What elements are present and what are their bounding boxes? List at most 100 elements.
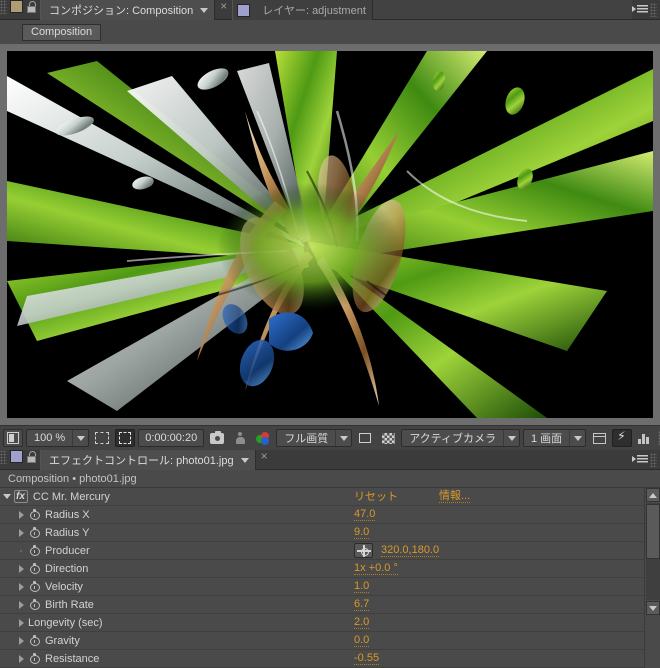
breadcrumb-composition-button[interactable]: Composition xyxy=(22,23,102,41)
mr-mercury-render xyxy=(7,51,653,418)
composition-canvas[interactable] xyxy=(7,51,653,418)
property-name-cell: Birth Rate xyxy=(0,596,340,613)
property-value[interactable]: 320.0,180.0 xyxy=(381,544,440,557)
property-twirl-icon[interactable] xyxy=(14,582,28,591)
property-row[interactable]: Producer 320.0,180.0 xyxy=(0,542,660,560)
effect-name-label: CC Mr. Mercury xyxy=(32,490,110,503)
chevron-down-icon[interactable] xyxy=(200,7,209,13)
tab-layer-label: レイヤー: adjustment xyxy=(262,5,366,17)
composition-panel: Composition 100 % 0:00:00:20 フル画質 アクティブカ… xyxy=(0,20,660,450)
tab-bar-controls xyxy=(632,0,660,19)
property-twirl-icon[interactable] xyxy=(14,564,28,573)
reset-link[interactable]: リセット xyxy=(354,491,439,503)
tab-effect-controls-close[interactable]: × xyxy=(256,450,273,469)
tab-composition[interactable]: コンポジション: Composition xyxy=(40,0,216,20)
property-twirl-icon[interactable] xyxy=(14,528,28,537)
property-value[interactable]: -0.55 xyxy=(354,652,380,665)
stopwatch-icon[interactable] xyxy=(28,598,41,611)
property-row[interactable]: Direction 1x +0.0 ° xyxy=(0,560,660,578)
tab-composition-close[interactable]: × xyxy=(215,0,232,19)
chevron-down-icon[interactable] xyxy=(72,430,88,446)
always-preview-icon[interactable] xyxy=(3,429,23,447)
property-name-cell: Resistance xyxy=(0,650,340,667)
effect-header-row[interactable]: fx CC Mr. Mercury リセット 情報... xyxy=(0,488,660,506)
composition-viewport[interactable] xyxy=(0,44,660,425)
property-value[interactable]: 6.7 xyxy=(354,598,370,611)
stopwatch-icon[interactable] xyxy=(28,580,41,593)
lock-icon[interactable] xyxy=(26,450,38,464)
property-value-cell: 47.0 xyxy=(340,506,660,523)
region-of-interest-icon[interactable] xyxy=(92,429,112,447)
tab-effect-controls-label: エフェクトコントロール: photo01.jpg xyxy=(49,455,234,467)
property-twirl-icon[interactable] xyxy=(14,636,28,645)
effect-controls-scrollbar[interactable] xyxy=(644,488,660,668)
property-label: Radius X xyxy=(45,508,90,521)
stopwatch-icon[interactable] xyxy=(28,634,41,647)
lock-icon[interactable] xyxy=(26,0,38,14)
property-label: Resistance xyxy=(45,652,100,665)
panel-menu-icon[interactable] xyxy=(632,453,650,467)
rgb-channels-icon[interactable] xyxy=(253,429,273,447)
property-value[interactable]: 0.0 xyxy=(354,634,370,647)
property-row[interactable]: Velocity 1.0 xyxy=(0,578,660,596)
effect-controls-panel: エフェクトコントロール: photo01.jpg × Composition •… xyxy=(0,450,660,668)
property-label: Direction xyxy=(45,562,89,575)
grid-and-guides-icon[interactable] xyxy=(115,429,136,447)
timecode-field[interactable]: 0:00:00:20 xyxy=(138,429,205,447)
stopwatch-icon[interactable] xyxy=(28,544,41,557)
layer-tab-swatch xyxy=(237,3,251,17)
zoom-combo[interactable]: 100 % xyxy=(26,429,90,447)
stopwatch-icon[interactable] xyxy=(28,652,41,665)
property-value[interactable]: 47.0 xyxy=(354,508,376,521)
tab-effect-controls[interactable]: エフェクトコントロール: photo01.jpg xyxy=(40,450,256,470)
property-value[interactable]: 9.0 xyxy=(354,526,370,539)
property-row[interactable]: Longevity (sec) 2.0 xyxy=(0,614,660,632)
position-picker-icon[interactable] xyxy=(354,543,373,558)
view-layout-combo[interactable]: 1 画面 xyxy=(523,429,587,447)
scroll-up-icon[interactable] xyxy=(646,488,660,502)
resolution-combo[interactable]: フル画質 xyxy=(276,429,353,447)
property-row[interactable]: Birth Rate 6.7 xyxy=(0,596,660,614)
panel-grip-right[interactable] xyxy=(650,2,657,17)
property-label: Radius Y xyxy=(45,526,90,539)
effect-twirl-icon[interactable] xyxy=(0,494,14,499)
property-row[interactable]: Radius Y 9.0 xyxy=(0,524,660,542)
stopwatch-icon[interactable] xyxy=(28,562,41,575)
chevron-down-icon[interactable] xyxy=(240,457,249,463)
property-twirl-icon[interactable] xyxy=(14,618,28,627)
scrollbar-thumb[interactable] xyxy=(646,504,660,559)
stopwatch-icon[interactable] xyxy=(28,508,41,521)
transparency-grid-icon[interactable] xyxy=(378,429,398,447)
camera-snapshot-icon[interactable] xyxy=(207,429,227,447)
property-value[interactable]: 2.0 xyxy=(354,616,370,629)
render-graph-icon[interactable] xyxy=(635,429,655,447)
scroll-down-icon[interactable] xyxy=(646,601,660,615)
property-rows-container: Radius X 47.0 Radius Y 9.0 Producer 320.0,180… xyxy=(0,506,660,668)
property-value[interactable]: 1.0 xyxy=(354,580,370,593)
chevron-down-icon[interactable] xyxy=(503,430,519,446)
chevron-down-icon[interactable] xyxy=(569,430,585,446)
property-twirl-icon[interactable] xyxy=(14,549,28,552)
show-snapshot-icon[interactable] xyxy=(230,429,250,447)
panel-menu-icon[interactable] xyxy=(632,3,650,17)
fast-preview-icon[interactable] xyxy=(612,429,633,447)
property-value-cell: 9.0 xyxy=(340,524,660,541)
effect-controls-swatch xyxy=(10,450,23,463)
camera-view-combo[interactable]: アクティブカメラ xyxy=(401,429,520,447)
property-row[interactable]: Resistance -0.55 xyxy=(0,650,660,668)
property-twirl-icon[interactable] xyxy=(14,654,28,663)
property-value[interactable]: 1x +0.0 ° xyxy=(354,562,398,575)
toggle-mask-icon[interactable] xyxy=(355,429,375,447)
timeline-icon[interactable] xyxy=(589,429,609,447)
about-link[interactable]: 情報... xyxy=(439,490,471,503)
stopwatch-icon[interactable] xyxy=(28,526,41,539)
effect-controls-grip[interactable] xyxy=(0,450,7,464)
panel-grip[interactable] xyxy=(0,0,7,14)
tab-layer[interactable]: レイヤー: adjustment xyxy=(232,0,373,20)
chevron-down-icon[interactable] xyxy=(335,430,351,446)
property-twirl-icon[interactable] xyxy=(14,510,28,519)
effect-panel-grip-right[interactable] xyxy=(650,452,657,467)
property-row[interactable]: Gravity 0.0 xyxy=(0,632,660,650)
property-row[interactable]: Radius X 47.0 xyxy=(0,506,660,524)
property-twirl-icon[interactable] xyxy=(14,600,28,609)
